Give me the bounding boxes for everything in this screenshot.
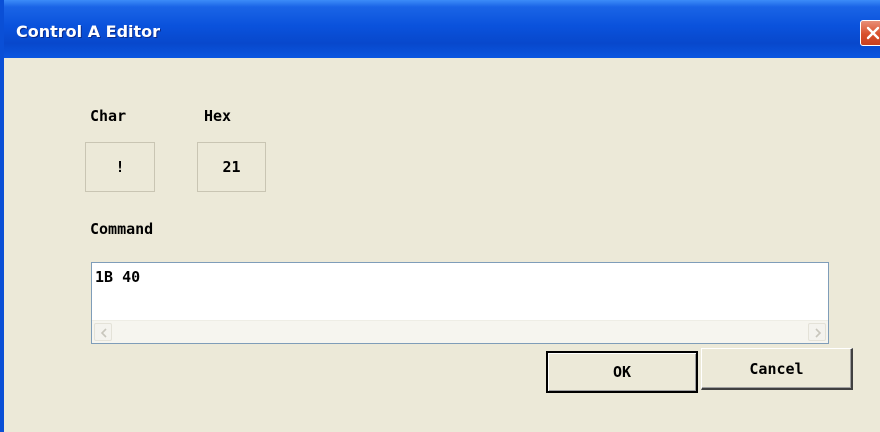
- window-title: Control A Editor: [16, 22, 161, 41]
- chevron-left-icon: [100, 328, 107, 338]
- chevron-right-icon: [815, 328, 822, 338]
- char-label: Char: [90, 107, 127, 125]
- cancel-button-label: Cancel: [749, 359, 804, 378]
- ok-button[interactable]: OK: [546, 351, 698, 393]
- cancel-button[interactable]: Cancel: [701, 348, 853, 390]
- command-textarea[interactable]: 1B 40: [91, 262, 829, 344]
- ok-button-label: OK: [612, 363, 632, 381]
- hex-value: 21: [222, 158, 241, 176]
- command-label: Command: [90, 220, 154, 238]
- scroll-right-button[interactable]: [808, 323, 826, 341]
- char-field[interactable]: !: [85, 142, 155, 192]
- command-text: 1B 40: [95, 268, 141, 286]
- hex-field[interactable]: 21: [197, 142, 266, 192]
- title-bar[interactable]: Control A Editor: [4, 0, 880, 58]
- close-button[interactable]: [860, 20, 880, 46]
- scroll-left-button[interactable]: [94, 323, 112, 341]
- horizontal-scrollbar[interactable]: [92, 320, 828, 343]
- hex-label: Hex: [204, 107, 232, 125]
- close-icon: [866, 26, 880, 40]
- dialog-window: Control A Editor Char Hex ! 21 Command 1…: [0, 0, 880, 432]
- char-value: !: [115, 158, 125, 176]
